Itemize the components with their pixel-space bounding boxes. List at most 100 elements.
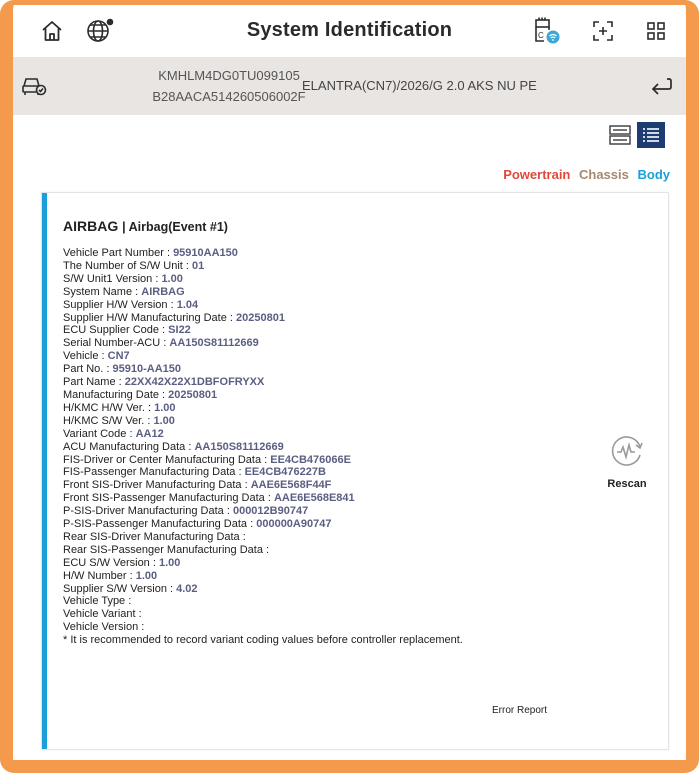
error-report-button[interactable]: Error Report bbox=[492, 705, 547, 716]
vehicle-ids: KMHLM4DG0TU099105 B28AACA514260506002F bbox=[129, 65, 329, 107]
info-value: AAE6E568F44F bbox=[250, 479, 332, 492]
info-value: 95910-AA150 bbox=[112, 363, 182, 376]
info-value: 1.00 bbox=[135, 569, 158, 582]
info-value: 22XX42X22X1DBFOFRYXX bbox=[124, 376, 265, 389]
info-separator: : bbox=[163, 247, 174, 259]
info-label: Part No. bbox=[63, 363, 104, 376]
info-value: AA150S81112669 bbox=[169, 337, 259, 350]
svg-text:C: C bbox=[538, 31, 544, 40]
info-label: Supplier H/W Manufacturing Date bbox=[63, 311, 227, 324]
info-separator: : bbox=[241, 479, 251, 492]
info-separator: : bbox=[239, 530, 246, 543]
info-label: Vehicle bbox=[63, 350, 99, 363]
vci-status-icon[interactable]: C bbox=[531, 17, 563, 45]
system-card: AIRBAG | Airbag(Event #1) Vehicle Part N… bbox=[41, 192, 669, 750]
menu-grid-icon[interactable] bbox=[644, 17, 668, 45]
list-view-icon[interactable] bbox=[637, 122, 665, 148]
info-row: Supplier H/W Version : 1.04 bbox=[63, 299, 463, 312]
info-separator: : bbox=[247, 518, 257, 531]
info-value: 4.02 bbox=[176, 582, 198, 595]
info-row: The Number of S/W Unit : 01 bbox=[63, 260, 463, 273]
info-row: ECU Supplier Code : SI22 bbox=[63, 324, 463, 337]
info-value: EE4CB476227B bbox=[244, 466, 326, 479]
card-view-icon[interactable] bbox=[606, 122, 634, 148]
info-value: 1.00 bbox=[161, 272, 183, 285]
info-row: Front SIS-Passenger Manufacturing Data :… bbox=[63, 492, 463, 505]
info-row: Front SIS-Driver Manufacturing Data : AA… bbox=[63, 479, 463, 492]
system-subtitle: Airbag(Event #1) bbox=[128, 220, 228, 234]
info-label: H/KMC H/W Ver. bbox=[63, 401, 145, 414]
info-row: System Name : AIRBAG bbox=[63, 286, 463, 299]
info-separator: : bbox=[235, 466, 245, 479]
card-title: AIRBAG | Airbag(Event #1) bbox=[63, 218, 228, 234]
tab-body[interactable]: Body bbox=[638, 167, 671, 182]
info-label: Vehicle Variant bbox=[63, 608, 136, 621]
info-row: Manufacturing Date : 20250801 bbox=[63, 389, 463, 402]
info-label: FIS-Driver or Center Manufacturing Data bbox=[63, 453, 262, 466]
info-value: 1.00 bbox=[158, 556, 181, 569]
info-separator: : bbox=[182, 259, 192, 272]
info-label: Vehicle Type bbox=[63, 595, 126, 608]
info-label: FIS-Passenger Manufacturing Data bbox=[63, 466, 236, 479]
info-row: Serial Number-ACU : AA150S81112669 bbox=[63, 337, 463, 350]
info-label: Variant Code bbox=[63, 427, 127, 440]
info-value: 20250801 bbox=[168, 388, 218, 401]
info-separator: : bbox=[149, 556, 159, 569]
info-separator: : bbox=[126, 427, 136, 440]
info-label: Manufacturing Date bbox=[63, 388, 159, 401]
vehicle-model: ELANTRA(CN7)/2026/G 2.0 AKS NU PE bbox=[302, 78, 537, 93]
vehicle-info-bar: KMHLM4DG0TU099105 B28AACA514260506002F E… bbox=[13, 57, 686, 115]
info-label: Part Name bbox=[63, 376, 116, 389]
info-label: Vehicle Part Number bbox=[63, 247, 164, 259]
info-row: S/W Unit1 Version : 1.00 bbox=[63, 273, 463, 286]
info-row: H/W Number : 1.00 bbox=[63, 570, 463, 583]
info-label: Front SIS-Driver Manufacturing Data bbox=[63, 479, 242, 492]
info-separator: : bbox=[159, 324, 169, 337]
info-separator: : bbox=[226, 311, 237, 324]
info-label: P-SIS-Driver Manufacturing Data bbox=[63, 505, 224, 518]
vehicle-code: B28AACA514260506002F bbox=[152, 89, 306, 104]
info-label: Supplier S/W Version bbox=[63, 582, 167, 595]
app-frame: System Identification C KMHLM4DG0TU09910… bbox=[0, 0, 699, 773]
info-separator: : bbox=[125, 595, 132, 608]
info-separator: : bbox=[144, 401, 155, 414]
rescan-button[interactable]: Rescan bbox=[582, 433, 672, 490]
tab-powertrain[interactable]: Powertrain bbox=[503, 167, 570, 182]
info-separator: : bbox=[262, 543, 270, 556]
page-title: System Identification bbox=[246, 19, 453, 41]
info-value: AAE6E568E841 bbox=[273, 492, 355, 505]
info-row: H/KMC H/W Ver. : 1.00 bbox=[63, 402, 463, 415]
info-row: Rear SIS-Passenger Manufacturing Data : bbox=[63, 544, 463, 557]
info-separator: : bbox=[138, 621, 145, 634]
return-icon[interactable] bbox=[650, 76, 672, 101]
info-separator: : bbox=[167, 298, 177, 311]
info-label: Rear SIS-Driver Manufacturing Data bbox=[63, 530, 240, 543]
car-status-icon[interactable] bbox=[21, 73, 47, 102]
info-row: Part No. : 95910-AA150 bbox=[63, 363, 463, 376]
info-separator: : bbox=[103, 363, 113, 376]
info-value: AIRBAG bbox=[141, 285, 185, 298]
info-row: Vehicle Part Number : 95910AA150 bbox=[63, 247, 463, 260]
info-value: 1.00 bbox=[154, 401, 176, 414]
info-row: FIS-Driver or Center Manufacturing Data … bbox=[63, 454, 463, 467]
info-label: H/KMC S/W Ver. bbox=[63, 414, 145, 427]
info-row: P-SIS-Driver Manufacturing Data : 000012… bbox=[63, 505, 463, 518]
info-value: EE4CB476066E bbox=[270, 453, 351, 466]
info-value: AA150S81112669 bbox=[194, 440, 284, 453]
info-row: Vehicle Variant : bbox=[63, 608, 463, 621]
info-label: Front SIS-Passenger Manufacturing Data bbox=[63, 492, 265, 505]
info-separator: : bbox=[166, 582, 177, 595]
info-separator: : bbox=[126, 569, 136, 582]
info-row: H/KMC S/W Ver. : 1.00 bbox=[63, 415, 463, 428]
info-label: S/W Unit1 Version bbox=[63, 272, 153, 285]
info-value: 20250801 bbox=[236, 311, 285, 324]
tab-chassis[interactable]: Chassis bbox=[579, 167, 629, 182]
card-accent-bar bbox=[42, 193, 47, 749]
info-separator: : bbox=[132, 285, 142, 298]
info-separator: : bbox=[261, 453, 271, 466]
info-value: SI22 bbox=[168, 324, 191, 337]
info-row: Variant Code : AA12 bbox=[63, 428, 463, 441]
info-label: The Number of S/W Unit bbox=[63, 259, 183, 272]
info-row: Vehicle : CN7 bbox=[63, 350, 463, 363]
screenshot-icon[interactable] bbox=[590, 17, 616, 45]
